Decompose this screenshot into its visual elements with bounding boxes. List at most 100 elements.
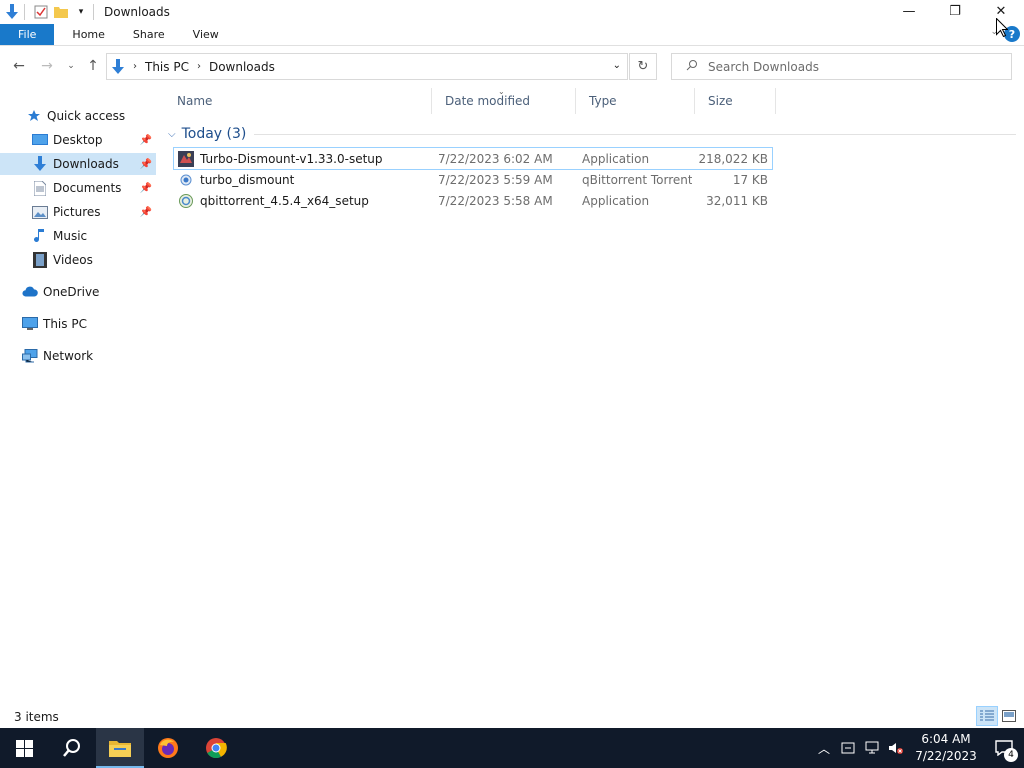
nav-label: Quick access bbox=[47, 109, 126, 123]
chrome-icon bbox=[206, 738, 227, 759]
firefox-icon bbox=[158, 738, 178, 758]
start-button[interactable] bbox=[0, 728, 48, 768]
search-box[interactable] bbox=[671, 53, 1012, 80]
up-arrow-icon[interactable]: ↑ bbox=[84, 57, 102, 75]
nav-onedrive[interactable]: OneDrive bbox=[0, 281, 156, 303]
notification-count-badge: 4 bbox=[1004, 748, 1018, 762]
mouse-cursor-icon bbox=[996, 18, 1008, 37]
nav-quick-access[interactable]: Quick access bbox=[0, 105, 156, 127]
group-divider bbox=[254, 133, 1016, 135]
breadcrumb-chevron-icon[interactable]: › bbox=[197, 61, 201, 72]
search-input[interactable] bbox=[708, 59, 1008, 74]
pin-icon[interactable]: 📌 bbox=[140, 207, 152, 218]
nav-label: Documents bbox=[53, 181, 122, 195]
windows-logo-icon bbox=[15, 739, 33, 757]
pin-icon[interactable]: 📌 bbox=[140, 135, 152, 146]
nav-downloads[interactable]: Downloads 📌 bbox=[0, 153, 156, 175]
pictures-icon bbox=[32, 204, 48, 220]
file-explorer-taskbar-button[interactable] bbox=[96, 728, 144, 768]
nav-label: Music bbox=[53, 229, 88, 243]
column-header-size[interactable]: Size bbox=[695, 88, 776, 114]
back-arrow-icon[interactable]: ← bbox=[10, 57, 28, 75]
volume-muted-icon[interactable] bbox=[884, 728, 908, 768]
group-title: Today (3) bbox=[181, 126, 247, 142]
refresh-button[interactable]: ↻ bbox=[629, 53, 657, 80]
folder-icon bbox=[109, 741, 131, 757]
download-arrow-icon bbox=[111, 58, 125, 75]
address-bar[interactable]: › This PC › Downloads ⌄ bbox=[106, 53, 628, 80]
column-header-date[interactable]: Date modified bbox=[432, 88, 576, 114]
table-row[interactable]: Turbo-Dismount-v1.33.0-setup 7/22/2023 6… bbox=[173, 147, 773, 170]
nav-network[interactable]: Network bbox=[0, 345, 156, 367]
table-row[interactable]: turbo_dismount 7/22/2023 5:59 AM qBittor… bbox=[174, 169, 772, 190]
large-icons-view-icon[interactable] bbox=[998, 706, 1020, 726]
system-tray: ︿ 6:04 AM 7/22/2023 4 bbox=[812, 728, 1024, 768]
firefox-taskbar-button[interactable] bbox=[144, 728, 192, 768]
search-icon bbox=[63, 739, 80, 757]
network-status-icon[interactable] bbox=[860, 728, 884, 768]
file-name: Turbo-Dismount-v1.33.0-setup bbox=[200, 151, 383, 166]
new-folder-icon[interactable] bbox=[53, 4, 69, 20]
column-header-type[interactable]: Type bbox=[576, 88, 695, 114]
nav-videos[interactable]: Videos bbox=[0, 249, 156, 271]
music-note-icon bbox=[32, 228, 48, 244]
recent-locations-chevron-icon[interactable]: ⌄ bbox=[62, 57, 80, 75]
maximize-button[interactable]: ❐ bbox=[932, 0, 978, 22]
action-center-security-icon[interactable] bbox=[836, 728, 860, 768]
breadcrumb-chevron-icon[interactable]: › bbox=[133, 61, 137, 72]
forward-arrow-icon[interactable]: → bbox=[38, 57, 56, 75]
table-row[interactable]: qbittorrent_4.5.4_x64_setup 7/22/2023 5:… bbox=[174, 190, 772, 211]
customize-toolbar-icon[interactable]: ▾ bbox=[73, 4, 89, 20]
group-header-today[interactable]: ⌵ Today (3) bbox=[164, 124, 1016, 144]
file-rows: Turbo-Dismount-v1.33.0-setup 7/22/2023 6… bbox=[173, 147, 773, 211]
tab-home[interactable]: Home bbox=[58, 24, 118, 45]
file-type: qBittorrent Torrent... bbox=[582, 172, 692, 187]
status-bar: 3 items bbox=[0, 706, 1024, 728]
column-headers: Name Date modified Type Size bbox=[164, 88, 776, 114]
item-count: 3 items bbox=[14, 710, 59, 724]
search-icon bbox=[686, 59, 698, 74]
file-date: 7/22/2023 5:59 AM bbox=[438, 172, 553, 187]
details-view-icon[interactable] bbox=[976, 706, 998, 726]
search-taskbar-button[interactable] bbox=[48, 728, 96, 768]
column-header-name[interactable]: Name bbox=[164, 88, 432, 114]
document-icon bbox=[32, 180, 48, 196]
file-type: Application bbox=[582, 193, 650, 208]
breadcrumb-this-pc[interactable]: This PC bbox=[145, 60, 189, 74]
tab-file[interactable]: File bbox=[0, 24, 55, 45]
nav-label: Videos bbox=[53, 253, 93, 267]
collapse-chevron-icon[interactable]: ⌵ bbox=[168, 129, 176, 140]
pin-icon[interactable]: 📌 bbox=[140, 183, 152, 194]
clock-time: 6:04 AM bbox=[921, 732, 971, 746]
ribbon-tabs: File Home Share View bbox=[0, 24, 1024, 46]
pin-icon[interactable]: 📌 bbox=[140, 159, 152, 170]
file-list-pane: ⌄ Name Date modified Type Size ⌵ Today (… bbox=[164, 87, 1024, 702]
title-bar: ▾ Downloads — ❐ ✕ bbox=[0, 0, 1024, 24]
nav-desktop[interactable]: Desktop 📌 bbox=[0, 129, 156, 151]
breadcrumb-downloads[interactable]: Downloads bbox=[209, 60, 275, 74]
show-hidden-icons-chevron-icon[interactable]: ︿ bbox=[812, 728, 836, 768]
nav-this-pc[interactable]: This PC bbox=[0, 313, 156, 335]
nav-pictures[interactable]: Pictures 📌 bbox=[0, 201, 156, 223]
nav-music[interactable]: Music bbox=[0, 225, 156, 247]
monitor-icon bbox=[22, 316, 38, 332]
file-name: turbo_dismount bbox=[200, 172, 295, 187]
address-dropdown-icon[interactable]: ⌄ bbox=[613, 60, 621, 71]
tab-view[interactable]: View bbox=[179, 24, 233, 45]
notifications-button[interactable]: 4 bbox=[984, 728, 1024, 768]
nav-label: Downloads bbox=[53, 157, 119, 171]
system-clock[interactable]: 6:04 AM 7/22/2023 bbox=[908, 731, 984, 765]
clock-date: 7/22/2023 bbox=[915, 749, 977, 763]
chrome-taskbar-button[interactable] bbox=[192, 728, 240, 768]
properties-checkbox-icon[interactable] bbox=[33, 4, 49, 20]
tab-share[interactable]: Share bbox=[119, 24, 179, 45]
nav-label: OneDrive bbox=[43, 285, 100, 299]
nav-documents[interactable]: Documents 📌 bbox=[0, 177, 156, 199]
download-arrow-icon bbox=[4, 4, 20, 20]
film-icon bbox=[32, 252, 48, 268]
toolbar-divider bbox=[93, 4, 94, 20]
nav-label: Network bbox=[43, 349, 94, 363]
star-icon bbox=[26, 108, 42, 124]
minimize-button[interactable]: — bbox=[886, 0, 932, 22]
desktop-folder-icon bbox=[32, 132, 48, 148]
